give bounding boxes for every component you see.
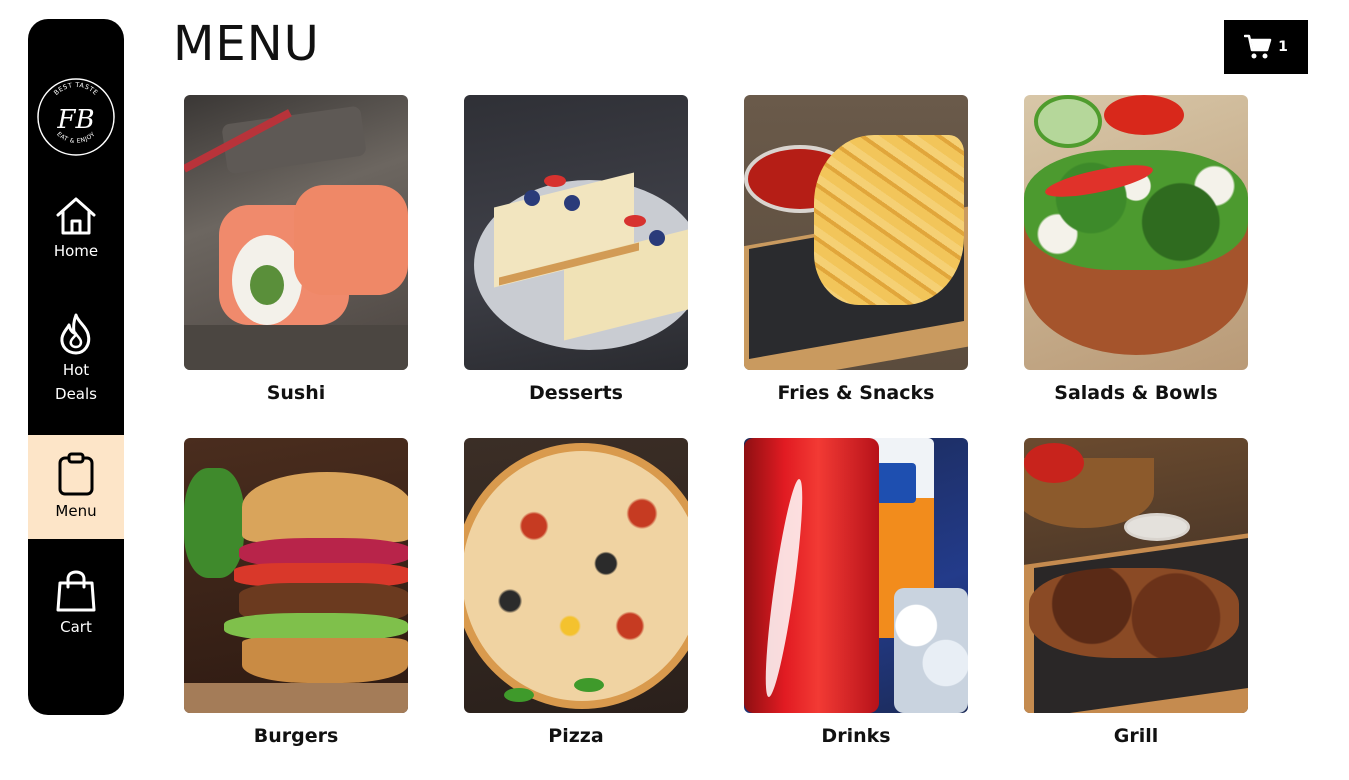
category-label: Pizza: [548, 725, 604, 747]
sidebar-item-label: Cart: [60, 618, 92, 636]
category-tile-pizza[interactable]: Pizza: [464, 438, 688, 749]
clipboard-icon: [58, 452, 94, 496]
cart-button[interactable]: 1: [1224, 20, 1308, 74]
page-title: MENU: [173, 16, 320, 72]
category-tile-grill[interactable]: Grill: [1024, 438, 1248, 749]
pizza-image: [464, 438, 688, 713]
fries-snacks-image: [744, 95, 968, 370]
category-tile-drinks[interactable]: Drinks: [744, 438, 968, 749]
home-icon: [56, 197, 96, 235]
category-label: Grill: [1113, 725, 1159, 747]
burgers-image: [184, 438, 408, 713]
cart-count-badge: 1: [1278, 39, 1288, 55]
category-tile-desserts[interactable]: Desserts: [464, 95, 688, 406]
category-label: Sushi: [266, 382, 326, 404]
drinks-image: [744, 438, 968, 713]
fb-logo[interactable]: BEST TASTE EAT & ENJOY FB: [35, 76, 117, 158]
grill-image: [1024, 438, 1248, 713]
category-label: Burgers: [253, 725, 339, 747]
category-label: Salads & Bowls: [1054, 382, 1218, 404]
shopping-bag-icon: [56, 570, 96, 612]
cart-icon: [1244, 34, 1272, 59]
sidebar-item-label: Hot Deals: [55, 361, 97, 403]
sidebar-item-hot-deals[interactable]: Hot Deals: [28, 312, 124, 432]
category-label: Fries & Snacks: [777, 382, 935, 404]
sidebar-item-menu[interactable]: Menu: [28, 435, 124, 539]
category-tile-fries-snacks[interactable]: Fries & Snacks: [744, 95, 968, 406]
category-tile-salads-bowls[interactable]: Salads & Bowls: [1024, 95, 1248, 406]
sidebar-item-label: Home: [53, 242, 99, 260]
sidebar-item-home[interactable]: Home: [28, 195, 124, 295]
category-label: Drinks: [821, 725, 891, 747]
category-tile-burgers[interactable]: Burgers: [184, 438, 408, 749]
category-label: Desserts: [529, 382, 623, 404]
salads-bowls-image: [1024, 95, 1248, 370]
svg-text:FB: FB: [56, 105, 94, 135]
flame-icon: [60, 313, 91, 355]
category-tile-sushi[interactable]: Sushi: [184, 95, 408, 406]
sidebar-item-label: Menu: [55, 502, 97, 520]
sidebar: BEST TASTE EAT & ENJOY FB Home Hot Deals…: [28, 19, 124, 715]
sushi-image: [184, 95, 408, 370]
sidebar-item-cart[interactable]: Cart: [28, 569, 124, 669]
desserts-image: [464, 95, 688, 370]
